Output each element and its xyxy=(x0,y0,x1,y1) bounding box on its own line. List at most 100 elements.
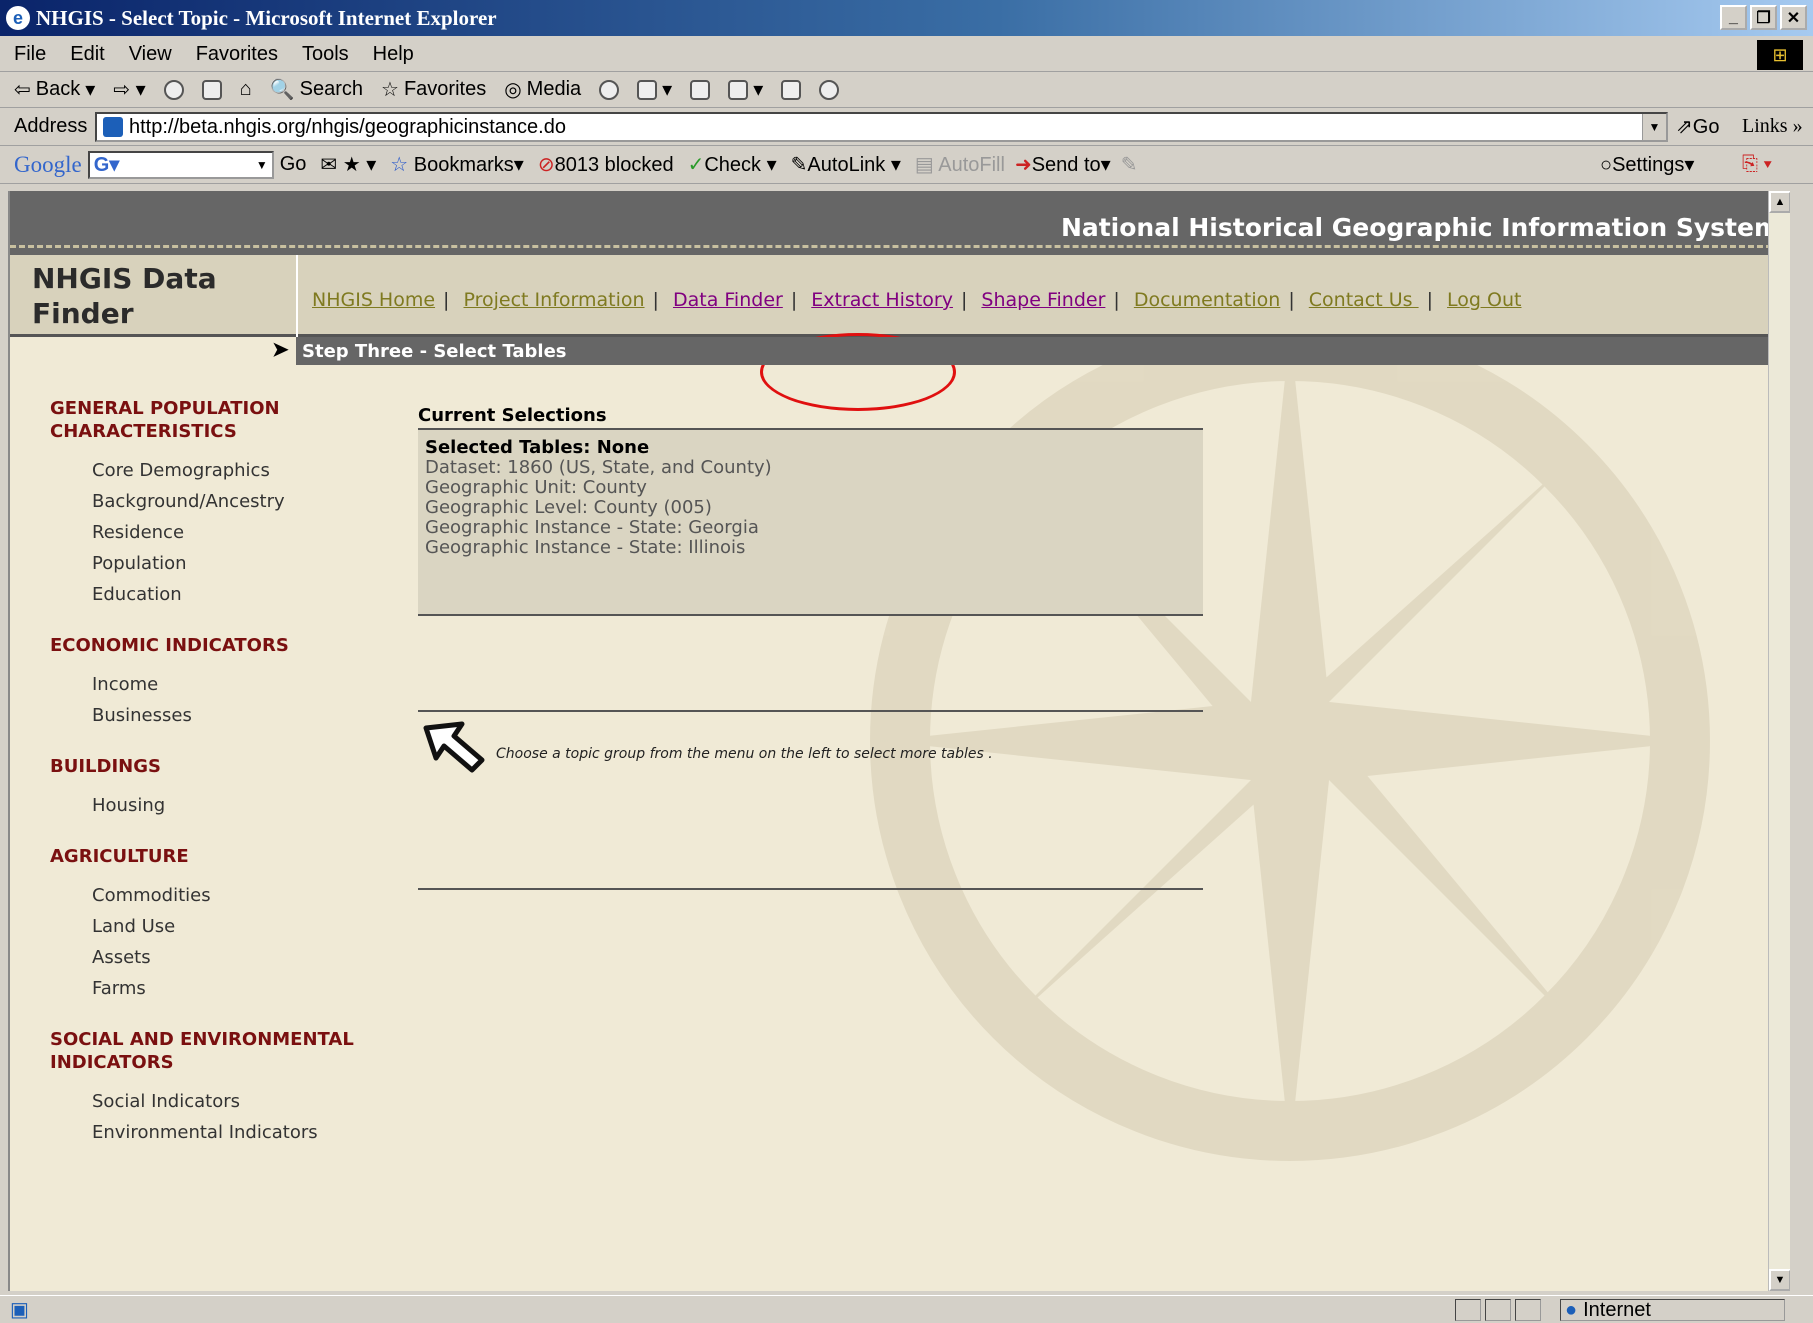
topic-businesses[interactable]: Businesses xyxy=(50,700,370,731)
nav-documentation[interactable]: Documentation xyxy=(1134,289,1280,311)
home-button[interactable]: ⌂ xyxy=(240,78,252,101)
topic-group: GENERAL POPULATION CHARACTERISTICS Core … xyxy=(50,397,370,610)
topic-residence[interactable]: Residence xyxy=(50,517,370,548)
history-icon xyxy=(599,79,620,100)
topic-income[interactable]: Income xyxy=(50,669,370,700)
vertical-scrollbar[interactable]: ▲ ▼ xyxy=(1768,191,1790,1291)
back-button[interactable]: ⇦ Back ▾ xyxy=(14,77,95,102)
topic-group: AGRICULTURE Commodities Land Use Assets … xyxy=(50,845,370,1004)
site-logo: NHGIS Data Finder xyxy=(32,262,217,330)
menu-favorites[interactable]: Favorites xyxy=(196,43,278,66)
settings-button[interactable]: ○Settings▾ xyxy=(1600,152,1694,177)
send-to-button[interactable]: ➜Send to▾ xyxy=(1015,152,1111,177)
category-social-environmental: SOCIAL AND ENVIRONMENTAL INDICATORS xyxy=(50,1029,354,1073)
messenger-icon xyxy=(819,79,840,100)
windows-logo-icon: ⊞ xyxy=(1757,40,1803,70)
edit-button[interactable]: ▾ xyxy=(728,77,763,102)
google-news-icon[interactable]: ✉ ★ ▾ xyxy=(320,152,376,177)
autofill-button[interactable]: ▤ AutoFill xyxy=(915,152,1005,177)
close-button[interactable]: ✕ xyxy=(1780,5,1807,30)
status-bar: ▣ ● Internet xyxy=(0,1295,1813,1323)
google-logo[interactable]: Google xyxy=(14,152,82,178)
settings-icon: ○ xyxy=(1600,154,1613,176)
print-button[interactable] xyxy=(690,79,711,100)
selected-tables: Selected Tables: None xyxy=(425,437,650,458)
selection-line: Geographic Instance - State: Georgia xyxy=(425,517,759,538)
hint-panel: Choose a topic group from the menu on th… xyxy=(418,710,1203,890)
nav-nhgis-home[interactable]: NHGIS Home xyxy=(312,289,435,311)
menu-tools[interactable]: Tools xyxy=(302,43,349,66)
history-button[interactable] xyxy=(599,79,620,100)
topic-environmental-indicators[interactable]: Environmental Indicators xyxy=(50,1117,370,1148)
topic-sidebar: GENERAL POPULATION CHARACTERISTICS Core … xyxy=(50,397,370,1172)
topic-social-indicators[interactable]: Social Indicators xyxy=(50,1086,370,1117)
wand-icon: ✎ xyxy=(790,154,808,176)
home-icon: ⌂ xyxy=(239,78,252,100)
nav-contact-us[interactable]: Contact Us xyxy=(1309,289,1419,311)
menu-file[interactable]: File xyxy=(14,43,46,66)
minimize-button[interactable]: _ xyxy=(1720,5,1747,30)
google-g-icon: G▾ xyxy=(93,154,120,176)
selection-line: Geographic Unit: County xyxy=(425,477,647,498)
topic-assets[interactable]: Assets xyxy=(50,942,370,973)
google-go-button[interactable]: Go xyxy=(280,153,307,176)
refresh-button[interactable] xyxy=(201,79,222,100)
address-dropdown-button[interactable]: ▼ xyxy=(1642,114,1666,140)
step-row: ➤ Step Three - Select Tables xyxy=(10,337,1790,365)
menu-help[interactable]: Help xyxy=(373,43,414,66)
nav-data-finder[interactable]: Data Finder xyxy=(673,289,783,311)
favorites-button[interactable]: ☆ Favorites xyxy=(381,77,486,102)
topic-core-demographics[interactable]: Core Demographics xyxy=(50,455,370,486)
menu-bar: File Edit View Favorites Tools Help ⊞ xyxy=(0,38,1813,72)
menu-view[interactable]: View xyxy=(129,43,172,66)
topic-commodities[interactable]: Commodities xyxy=(50,880,370,911)
extra-tool-icon[interactable]: ⎘ ▾ xyxy=(1742,153,1772,176)
topic-land-use[interactable]: Land Use xyxy=(50,911,370,942)
status-segment xyxy=(1455,1299,1481,1321)
scroll-down-button[interactable]: ▼ xyxy=(1769,1269,1790,1291)
edit-icon xyxy=(728,79,749,100)
spellcheck-button[interactable]: ✓Check ▾ xyxy=(688,152,777,177)
forward-button[interactable]: ⇨ ▾ xyxy=(113,77,145,102)
search-icon: 🔍 xyxy=(269,79,295,101)
links-button[interactable]: Links » xyxy=(1742,115,1803,138)
mail-icon xyxy=(637,79,658,100)
go-button[interactable]: ⇗Go xyxy=(1676,114,1719,139)
topic-background-ancestry[interactable]: Background/Ancestry xyxy=(50,486,370,517)
nav-shape-finder[interactable]: Shape Finder xyxy=(981,289,1105,311)
refresh-icon xyxy=(201,79,222,100)
topic-farms[interactable]: Farms xyxy=(50,973,370,1004)
menu-edit[interactable]: Edit xyxy=(70,43,104,66)
nav-log-out[interactable]: Log Out xyxy=(1447,289,1521,311)
messenger-button[interactable] xyxy=(819,79,840,100)
nav-extract-history[interactable]: Extract History xyxy=(811,289,953,311)
topic-housing[interactable]: Housing xyxy=(50,790,370,821)
highlight-icon[interactable]: ✎ xyxy=(1121,152,1138,177)
stop-button[interactable] xyxy=(163,79,184,100)
media-button[interactable]: ◎ Media xyxy=(504,77,581,102)
topic-population[interactable]: Population xyxy=(50,548,370,579)
autofill-icon: ▤ xyxy=(914,154,934,176)
site-header: National Historical Geographic Informati… xyxy=(10,191,1790,245)
category-agriculture: AGRICULTURE xyxy=(50,846,189,867)
address-input[interactable]: http://beta.nhgis.org/nhgis/geographicin… xyxy=(95,112,1668,142)
google-dropdown-icon[interactable]: ▼ xyxy=(256,158,268,172)
page-icon xyxy=(103,117,123,137)
site-nav: NHGIS Data Finder NHGIS Home | Project In… xyxy=(10,255,1790,411)
logo-divider xyxy=(296,255,298,337)
nav-project-information[interactable]: Project Information xyxy=(464,289,645,311)
discuss-button[interactable] xyxy=(781,79,802,100)
search-button[interactable]: 🔍 Search xyxy=(270,77,363,102)
nav-links: NHGIS Home | Project Information | Data Fi… xyxy=(312,289,1522,311)
print-icon xyxy=(690,79,711,100)
mail-button[interactable]: ▾ xyxy=(637,77,672,102)
status-segment xyxy=(1485,1299,1511,1321)
restore-button[interactable]: ❐ xyxy=(1750,5,1777,30)
popup-blocked-button[interactable]: ⊘8013 blocked xyxy=(538,152,674,177)
window-title: NHGIS - Select Topic - Microsoft Interne… xyxy=(36,5,497,30)
topic-education[interactable]: Education xyxy=(50,579,370,610)
scroll-up-button[interactable]: ▲ xyxy=(1769,191,1790,213)
bookmarks-button[interactable]: ☆ Bookmarks▾ xyxy=(390,152,524,177)
google-search-input[interactable]: G▾ ▼ xyxy=(87,150,274,179)
autolink-button[interactable]: ✎AutoLink ▾ xyxy=(791,152,901,177)
